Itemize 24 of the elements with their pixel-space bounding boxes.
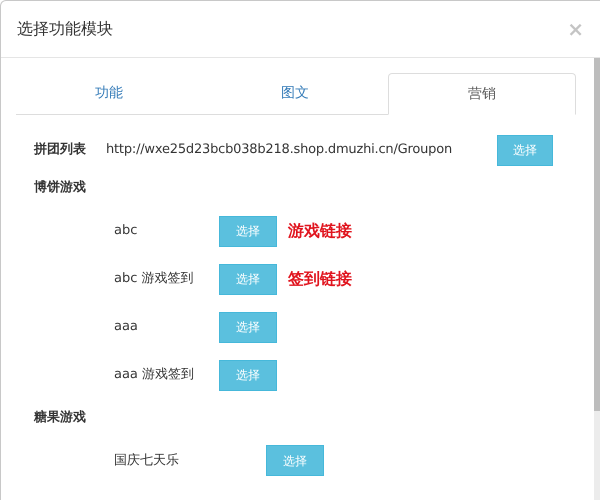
section-label: 博饼游戏 — [34, 179, 87, 197]
item-label: aaa — [114, 318, 139, 336]
dialog-title: 选择功能模块 — [17, 18, 113, 40]
select-button[interactable]: 选择 — [219, 360, 277, 390]
item-label: abc 游戏签到 — [114, 270, 194, 288]
select-button[interactable]: 选择 — [266, 445, 324, 476]
note-text: 游戏链接 — [288, 220, 352, 242]
close-button[interactable]: × — [567, 19, 584, 39]
tab[interactable]: 营销 — [388, 73, 576, 115]
url-text: http://wxe25d23bcb038b218.shop.dmuzhi.cn/Groupon — [106, 141, 453, 160]
section-label: 拼团列表 — [34, 141, 87, 160]
tab[interactable]: 图文 — [202, 73, 388, 114]
select-button[interactable]: 选择 — [497, 134, 553, 166]
item-label: abc — [114, 222, 138, 240]
scrollbar-thumb[interactable] — [594, 58, 600, 411]
tab[interactable]: 功能 — [16, 73, 202, 114]
section-label: 糖果游戏 — [34, 408, 87, 426]
select-button[interactable]: 选择 — [219, 264, 277, 294]
item-label: aaa 游戏签到 — [114, 366, 196, 384]
scrollbar[interactable] — [594, 58, 600, 500]
note-text: 签到链接 — [288, 268, 352, 290]
select-button[interactable]: 选择 — [219, 312, 277, 342]
select-button[interactable]: 选择 — [219, 216, 277, 246]
item-label: 国庆七天乐 — [114, 452, 180, 470]
